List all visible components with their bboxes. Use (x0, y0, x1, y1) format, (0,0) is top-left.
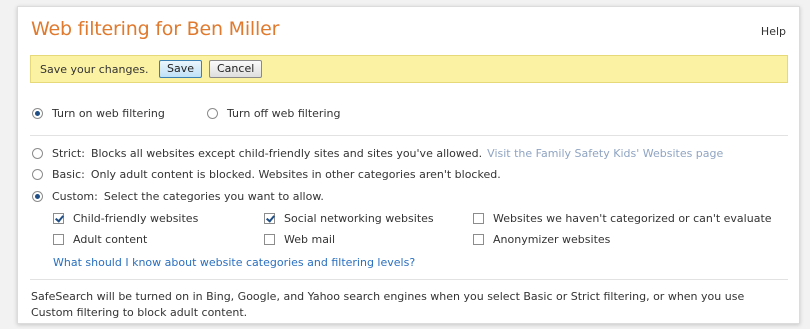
category-social-networking[interactable]: Social networking websites (264, 212, 434, 225)
turn-off-filtering-option[interactable]: Turn off web filtering (207, 107, 340, 120)
safesearch-note-line2: Custom filtering to block adult content. (31, 306, 248, 319)
save-changes-bar: Save your changes. Save Cancel (30, 55, 788, 83)
category-anonymizer[interactable]: Anonymizer websites (473, 233, 610, 246)
help-link[interactable]: Help (761, 25, 786, 38)
safesearch-note: SafeSearch will be turned on in Bing, Go… (31, 289, 791, 321)
checkbox-child-friendly[interactable] (53, 213, 64, 224)
turn-off-label: Turn off web filtering (227, 107, 341, 120)
basic-option[interactable]: Basic: Only adult content is blocked. We… (32, 168, 501, 181)
custom-radio[interactable] (32, 191, 43, 202)
category-label: Child-friendly websites (73, 212, 199, 225)
category-label: Social networking websites (284, 212, 434, 225)
checkbox-anonymizer[interactable] (473, 234, 484, 245)
category-label: Websites we haven't categorized or can't… (493, 212, 772, 225)
save-message: Save your changes. (40, 63, 149, 76)
strict-label: Strict: (52, 147, 85, 160)
save-button[interactable]: Save (159, 60, 203, 78)
custom-label: Custom: (52, 190, 98, 203)
category-label: Web mail (284, 233, 336, 246)
cancel-button[interactable]: Cancel (209, 60, 263, 78)
basic-radio[interactable] (32, 169, 43, 180)
custom-option[interactable]: Custom: Select the categories you want t… (32, 190, 324, 203)
category-web-mail[interactable]: Web mail (264, 233, 335, 246)
category-uncategorized[interactable]: Websites we haven't categorized or can't… (473, 212, 772, 225)
category-child-friendly[interactable]: Child-friendly websites (53, 212, 198, 225)
category-label: Adult content (73, 233, 148, 246)
web-filtering-panel: Web filtering for Ben Miller Help Save y… (17, 6, 800, 324)
strict-description: Blocks all websites except child-friendl… (90, 147, 483, 160)
checkbox-adult-content[interactable] (53, 234, 64, 245)
turn-on-filtering-option[interactable]: Turn on web filtering (32, 107, 165, 120)
strict-radio[interactable] (32, 148, 43, 159)
category-label: Anonymizer websites (493, 233, 611, 246)
turn-on-radio[interactable] (32, 108, 43, 119)
divider (30, 135, 788, 136)
checkbox-social-networking[interactable] (264, 213, 275, 224)
categories-help-row: What should I know about website categor… (53, 256, 415, 269)
divider (30, 279, 788, 280)
category-adult-content[interactable]: Adult content (53, 233, 147, 246)
safesearch-note-line1: SafeSearch will be turned on in Bing, Go… (31, 290, 745, 303)
kids-websites-link[interactable]: Visit the Family Safety Kids' Websites p… (487, 147, 723, 160)
turn-on-label: Turn on web filtering (52, 107, 165, 120)
strict-option[interactable]: Strict: Blocks all websites except child… (32, 147, 723, 160)
checkbox-web-mail[interactable] (264, 234, 275, 245)
checkbox-uncategorized[interactable] (473, 213, 484, 224)
categories-help-link[interactable]: What should I know about website categor… (53, 256, 415, 269)
turn-off-radio[interactable] (207, 108, 218, 119)
page-title: Web filtering for Ben Miller (31, 18, 280, 40)
custom-description: Select the categories you want to allow. (103, 190, 324, 203)
basic-label: Basic: (52, 168, 85, 181)
basic-description: Only adult content is blocked. Websites … (90, 168, 501, 181)
